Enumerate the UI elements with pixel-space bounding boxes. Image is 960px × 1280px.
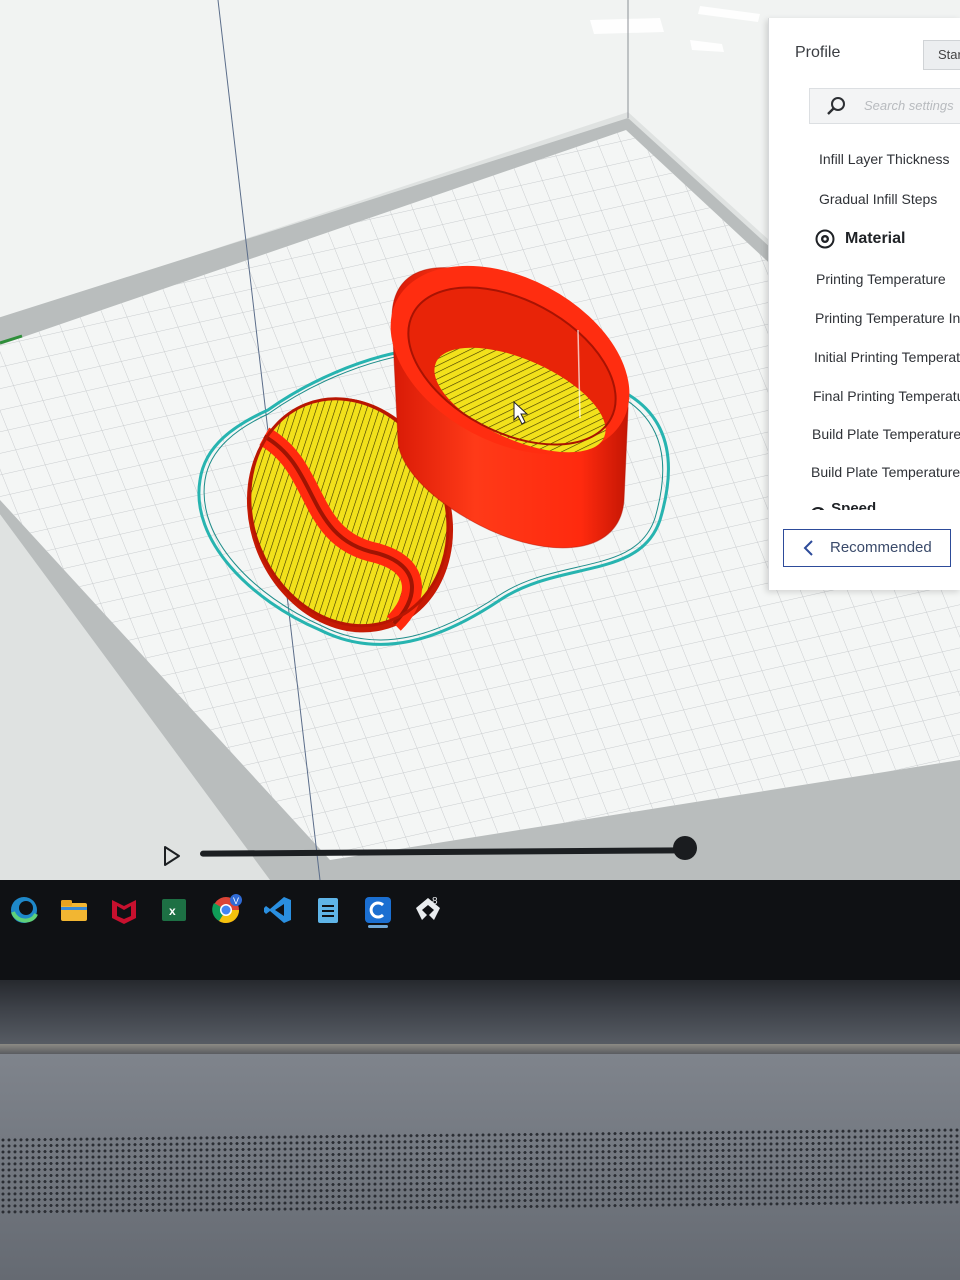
setting-gradual-infill-steps[interactable]: Gradual Infill Steps xyxy=(819,191,937,207)
excel-icon[interactable]: x xyxy=(158,894,190,926)
search-input[interactable] xyxy=(862,97,960,114)
notepad-icon[interactable] xyxy=(312,894,344,926)
vscode-icon[interactable] xyxy=(262,894,294,926)
screen-bezel xyxy=(0,980,960,1050)
chrome-profile-badge: V xyxy=(233,896,239,906)
laptop-hinge xyxy=(0,1044,960,1054)
setting-final-printing-temperature[interactable]: Final Printing Temperatu xyxy=(813,388,960,404)
search-icon xyxy=(826,96,846,121)
profile-dropdown[interactable]: Star xyxy=(923,40,960,70)
slicer-window: Profile Star Infill Layer Thickness Grad… xyxy=(0,0,960,880)
profile-label: Profile xyxy=(795,44,841,61)
setting-build-plate-temperature-initial-layer[interactable]: Build Plate Temperature xyxy=(811,464,960,480)
edge-icon[interactable] xyxy=(8,894,40,926)
print-settings-panel: Profile Star Infill Layer Thickness Grad… xyxy=(768,18,960,590)
taskbar: x V 8 xyxy=(0,880,960,980)
cura-icon[interactable] xyxy=(362,894,394,926)
speed-icon xyxy=(811,507,825,510)
setting-build-plate-temperature[interactable]: Build Plate Temperature xyxy=(812,426,960,442)
inkscape-version-badge: 8 xyxy=(432,896,438,907)
cura-active-indicator xyxy=(368,925,388,928)
material-icon xyxy=(815,229,835,254)
setting-infill-layer-thickness[interactable]: Infill Layer Thickness xyxy=(819,151,949,167)
chevron-left-icon xyxy=(802,539,816,561)
play-icon[interactable] xyxy=(160,845,182,872)
setting-printing-temperature[interactable]: Printing Temperature xyxy=(816,271,946,287)
recommended-label: Recommended xyxy=(830,539,932,556)
file-explorer-icon[interactable] xyxy=(58,894,90,926)
section-speed[interactable]: Speed xyxy=(809,500,876,510)
settings-search[interactable] xyxy=(809,88,960,124)
inkscape-icon[interactable]: 8 xyxy=(412,894,444,926)
section-speed-label: Speed xyxy=(831,500,877,510)
chrome-icon[interactable]: V xyxy=(210,894,242,926)
layer-slider-handle[interactable] xyxy=(673,836,697,860)
recommended-button[interactable]: Recommended xyxy=(783,529,951,567)
setting-printing-temperature-initial-layer[interactable]: Printing Temperature In xyxy=(815,310,960,326)
section-material[interactable]: Material xyxy=(845,230,905,248)
setting-initial-printing-temperature[interactable]: Initial Printing Temperat xyxy=(814,349,960,365)
svg-text:x: x xyxy=(169,904,176,918)
mcafee-icon[interactable] xyxy=(108,894,140,926)
speaker-grille xyxy=(0,1126,960,1216)
